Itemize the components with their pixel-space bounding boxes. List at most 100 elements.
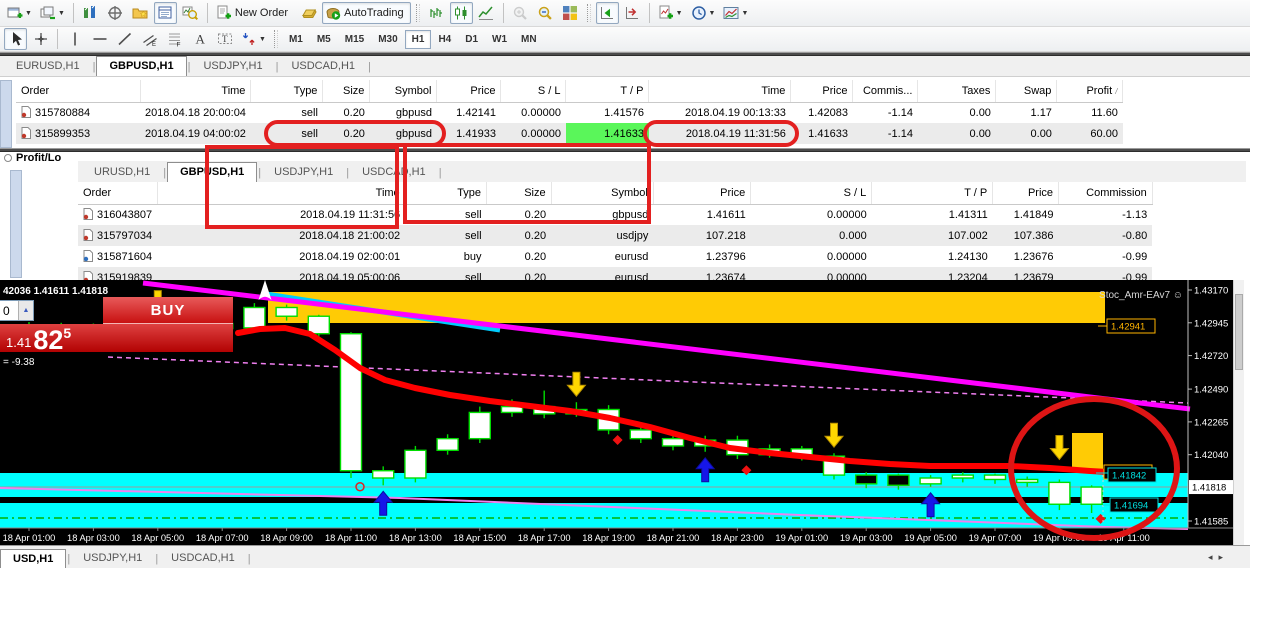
table-row[interactable]: 3157970342018.04.18 21:00:02sell0.20usdj… [78, 225, 1246, 246]
column-header[interactable]: Price [791, 80, 853, 102]
column-header[interactable]: Time [140, 80, 251, 102]
tab-scroll-buttons[interactable]: ◂▸ [1208, 552, 1229, 563]
collapse-icon[interactable] [4, 154, 12, 162]
timeframe-m30-button[interactable]: M30 [371, 30, 404, 49]
toolbar-drag-handle[interactable] [274, 30, 278, 48]
column-header[interactable]: Profit / [1057, 80, 1123, 102]
chevron-down-icon[interactable]: ▼ [58, 10, 65, 17]
chart-shift-button[interactable] [621, 2, 644, 24]
column-header[interactable]: Type [251, 80, 323, 102]
column-header[interactable]: Order [78, 182, 157, 204]
timeframe-m15-button[interactable]: M15 [338, 30, 371, 49]
timeframe-h4-button[interactable]: H4 [431, 30, 458, 49]
line-chart-button[interactable] [475, 2, 498, 24]
arrows-tool-button[interactable]: ▼ [238, 28, 269, 50]
table-row[interactable]: 3158993532018.04.19 04:00:02sell0.20gbpu… [16, 123, 1233, 144]
window-tab-usdcad-h1[interactable]: USDCAD,H1 [159, 549, 247, 568]
column-header[interactable]: Time [157, 182, 405, 204]
column-header[interactable]: T / P [566, 80, 649, 102]
column-header[interactable]: Symbol [370, 80, 437, 102]
toolbar-drag-handle[interactable] [587, 4, 591, 22]
timeframe-h1-button[interactable]: H1 [405, 30, 432, 49]
panel-splitter[interactable] [0, 148, 1250, 152]
crosshair-button[interactable] [29, 28, 52, 50]
tab-eurusd-h1[interactable]: EURUSD,H1 [4, 56, 92, 76]
window-tab-usd-h1[interactable]: USD,H1 [0, 549, 66, 568]
horizontal-line-button[interactable] [88, 28, 111, 50]
column-header[interactable]: Price [653, 182, 750, 204]
column-header[interactable]: Type [405, 182, 486, 204]
column-header[interactable]: S / L [751, 182, 872, 204]
vertical-line-button[interactable] [63, 28, 86, 50]
chevron-down-icon[interactable]: ▼ [709, 10, 716, 17]
table-row[interactable]: 3160438072018.04.19 11:31:56sell0.20gbpu… [78, 204, 1246, 225]
timeframe-w1-button[interactable]: W1 [485, 30, 514, 49]
candlestick-chart-button[interactable] [450, 2, 473, 24]
equidistant-channel-button[interactable]: E [138, 28, 161, 50]
column-header[interactable]: Commission [1059, 182, 1153, 204]
lot-up-button[interactable]: ▲ [18, 301, 33, 320]
column-header[interactable]: T / P [872, 182, 993, 204]
column-header[interactable]: Order [16, 80, 140, 102]
cursor-button[interactable] [4, 28, 27, 50]
timeframe-m5-button[interactable]: M5 [310, 30, 338, 49]
autotrading-button[interactable]: AutoTrading [322, 2, 411, 24]
column-header[interactable]: Size [487, 182, 552, 204]
column-header[interactable]: Swap [996, 80, 1057, 102]
zoom-out-button[interactable] [534, 2, 557, 24]
chart-vertical-scrollbar[interactable] [1233, 280, 1244, 545]
lot-size-value[interactable]: 0 [0, 304, 18, 318]
column-header[interactable]: S / L [501, 80, 566, 102]
table-row[interactable]: 3158716042018.04.19 02:00:01buy0.20eurus… [78, 246, 1246, 267]
history-tab-urusd-h1[interactable]: URUSD,H1 [82, 162, 162, 182]
column-header[interactable]: Taxes [918, 80, 996, 102]
text-button[interactable]: A [188, 28, 211, 50]
zoom-in-button[interactable] [509, 2, 532, 24]
chevron-down-icon[interactable]: ▼ [741, 10, 748, 17]
new-order-button[interactable]: New Order [213, 2, 295, 24]
tab-scroll-right-icon[interactable]: ▸ [1219, 552, 1230, 562]
column-header[interactable]: Size [323, 80, 370, 102]
terminal-button[interactable] [154, 2, 177, 24]
column-header[interactable]: Price [993, 182, 1059, 204]
column-header[interactable]: Commis... [853, 80, 918, 102]
tab-scroll-left-icon[interactable]: ◂ [1208, 552, 1219, 562]
new-chart-button[interactable]: ▼ [4, 2, 35, 24]
scrollbar-thumb[interactable] [1235, 294, 1243, 370]
tab-usdjpy-h1[interactable]: USDJPY,H1 [191, 56, 274, 76]
indicators-button[interactable]: ▼ [655, 2, 686, 24]
metaeditor-button[interactable] [297, 2, 320, 24]
tab-usdcad-h1[interactable]: USDCAD,H1 [279, 56, 367, 76]
auto-scroll-button[interactable] [596, 2, 619, 24]
bar-chart-button[interactable] [425, 2, 448, 24]
chevron-down-icon[interactable]: ▼ [25, 10, 32, 17]
tab-gbpusd-h1[interactable]: GBPUSD,H1 [96, 56, 186, 76]
templates-button[interactable]: ▼ [720, 2, 751, 24]
tile-windows-button[interactable] [559, 2, 582, 24]
data-window-button[interactable] [104, 2, 127, 24]
window-tab-usdjpy-h1[interactable]: USDJPY,H1 [71, 549, 154, 568]
market-watch-collapsed-strip[interactable] [0, 80, 12, 148]
table-row[interactable]: 3157808842018.04.18 20:00:04sell0.20gbpu… [16, 102, 1233, 123]
market-watch-button[interactable] [79, 2, 102, 24]
text-label-button[interactable]: T [213, 28, 236, 50]
column-header[interactable]: Price [437, 80, 501, 102]
navigator-button[interactable] [129, 2, 152, 24]
buy-button[interactable]: BUY [103, 297, 233, 324]
chevron-down-icon[interactable]: ▼ [259, 36, 266, 43]
profiles-button[interactable]: ▼ [37, 2, 68, 24]
column-header[interactable]: Time [649, 80, 791, 102]
timeframe-mn-button[interactable]: MN [514, 30, 544, 49]
chevron-down-icon[interactable]: ▼ [676, 10, 683, 17]
trendline-button[interactable] [113, 28, 136, 50]
history-tab-usdjpy-h1[interactable]: USDJPY,H1 [262, 162, 345, 182]
toolbar-drag-handle[interactable] [416, 4, 420, 22]
timeframe-m1-button[interactable]: M1 [282, 30, 310, 49]
history-panel-left-strip[interactable] [10, 170, 22, 278]
column-header[interactable]: Symbol [551, 182, 653, 204]
fibonacci-button[interactable]: F [163, 28, 186, 50]
timeframe-d1-button[interactable]: D1 [458, 30, 485, 49]
history-tab-gbpusd-h1[interactable]: GBPUSD,H1 [167, 162, 257, 182]
periods-button[interactable]: ▼ [688, 2, 719, 24]
strategy-tester-button[interactable] [179, 2, 202, 24]
